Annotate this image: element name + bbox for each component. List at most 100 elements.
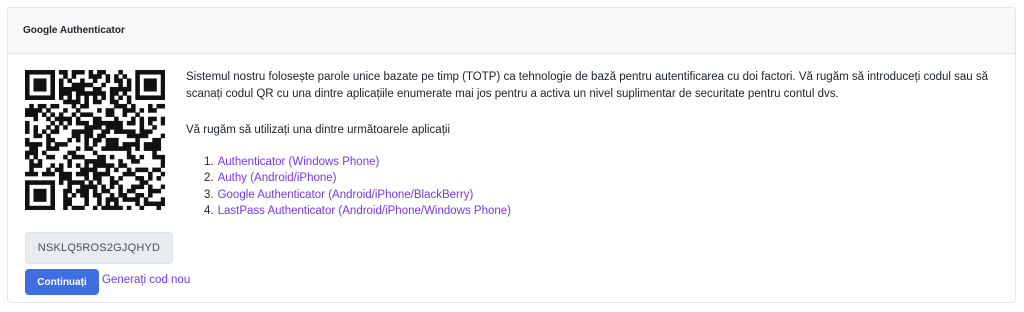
qr-module xyxy=(118,176,123,181)
qr-module xyxy=(41,86,47,92)
qr-module xyxy=(33,70,39,75)
qr-module xyxy=(126,86,132,92)
qr-module xyxy=(92,78,98,84)
qr-module xyxy=(152,95,157,100)
qr-module xyxy=(160,163,165,168)
qr-module xyxy=(139,180,145,185)
qr-module xyxy=(88,146,94,151)
qr-module xyxy=(92,95,98,100)
qr-module xyxy=(109,95,115,100)
qr-module xyxy=(63,70,68,75)
qr-module xyxy=(156,188,162,194)
qr-module xyxy=(92,120,98,126)
qr-module xyxy=(152,70,157,75)
qr-module xyxy=(160,78,165,84)
qr-module xyxy=(63,99,68,105)
qr-module xyxy=(37,180,43,185)
qr-module xyxy=(84,171,89,177)
qr-module xyxy=(148,146,153,151)
qr-module xyxy=(29,112,34,117)
qr-module xyxy=(152,108,157,113)
qr-module xyxy=(46,154,51,160)
qr-module xyxy=(58,163,64,168)
qr-module xyxy=(97,108,102,113)
qr-module xyxy=(148,142,153,147)
qr-module xyxy=(109,112,115,117)
qr-module xyxy=(101,133,106,139)
generate-new-code-link[interactable]: Generați cod nou xyxy=(102,274,190,286)
qr-module xyxy=(46,180,51,185)
qr-module xyxy=(152,125,157,130)
qr-module xyxy=(160,74,165,79)
qr-module xyxy=(152,188,157,194)
qr-module xyxy=(29,108,34,113)
qr-module xyxy=(50,154,55,160)
qr-module xyxy=(143,201,149,207)
qr-module xyxy=(80,184,85,190)
qr-module xyxy=(148,120,153,126)
app-link-lastpass-authenticator[interactable]: LastPass Authenticator (Android/iPhone/W… xyxy=(218,205,511,217)
qr-module xyxy=(84,159,89,164)
qr-module xyxy=(33,146,39,151)
qr-module xyxy=(58,167,64,173)
qr-module xyxy=(135,176,140,181)
qr-module xyxy=(54,125,60,130)
qr-module xyxy=(97,86,102,92)
qr-module xyxy=(135,82,140,88)
qr-module xyxy=(75,108,81,113)
qr-module xyxy=(29,159,34,164)
qr-module xyxy=(156,146,162,151)
qr-module xyxy=(156,201,162,207)
qr-module xyxy=(58,120,64,126)
app-link-authy[interactable]: Authy (Android/iPhone) xyxy=(218,172,337,184)
qr-module xyxy=(92,91,98,96)
qr-module xyxy=(126,142,132,147)
qr-module xyxy=(135,197,140,202)
qr-module xyxy=(63,86,68,92)
qr-module xyxy=(84,103,89,109)
qr-module xyxy=(160,120,165,126)
qr-module xyxy=(41,78,47,84)
qr-module xyxy=(135,112,140,117)
qr-module xyxy=(139,129,145,134)
qr-module xyxy=(105,201,111,207)
continue-button[interactable]: Continuați xyxy=(25,269,99,295)
qr-module xyxy=(135,78,140,84)
qr-module xyxy=(25,70,30,75)
app-link-google-authenticator[interactable]: Google Authenticator (Android/iPhone/Bla… xyxy=(218,189,474,201)
qr-module xyxy=(54,116,60,122)
qr-module xyxy=(92,184,98,190)
qr-module xyxy=(63,176,68,181)
qr-module xyxy=(118,125,123,130)
qr-module xyxy=(131,142,136,147)
qr-module xyxy=(160,133,165,139)
qr-module xyxy=(101,146,106,151)
qr-module xyxy=(109,91,115,96)
qr-module xyxy=(37,78,43,84)
qr-module xyxy=(67,86,72,92)
qr-module xyxy=(37,133,43,139)
qr-module xyxy=(41,205,47,210)
qr-module xyxy=(84,120,89,126)
qr-module xyxy=(97,120,102,126)
qr-module xyxy=(114,91,119,96)
qr-module xyxy=(88,125,94,130)
qr-module xyxy=(33,133,39,139)
qr-module xyxy=(58,95,64,100)
qr-module xyxy=(25,197,30,202)
qr-module xyxy=(126,205,132,210)
qr-module xyxy=(148,188,153,194)
qr-module xyxy=(80,171,85,177)
qr-module xyxy=(41,70,47,75)
qr-module xyxy=(143,180,149,185)
qr-module xyxy=(114,99,119,105)
qr-module xyxy=(29,146,34,151)
qr-module xyxy=(135,91,140,96)
qr-module xyxy=(33,150,39,156)
qr-module xyxy=(156,167,162,173)
qr-module xyxy=(37,205,43,210)
qr-module xyxy=(122,197,128,202)
qr-module xyxy=(75,205,81,210)
app-link-authenticator-windows-phone[interactable]: Authenticator (Windows Phone) xyxy=(218,156,380,168)
qr-module xyxy=(160,159,165,164)
